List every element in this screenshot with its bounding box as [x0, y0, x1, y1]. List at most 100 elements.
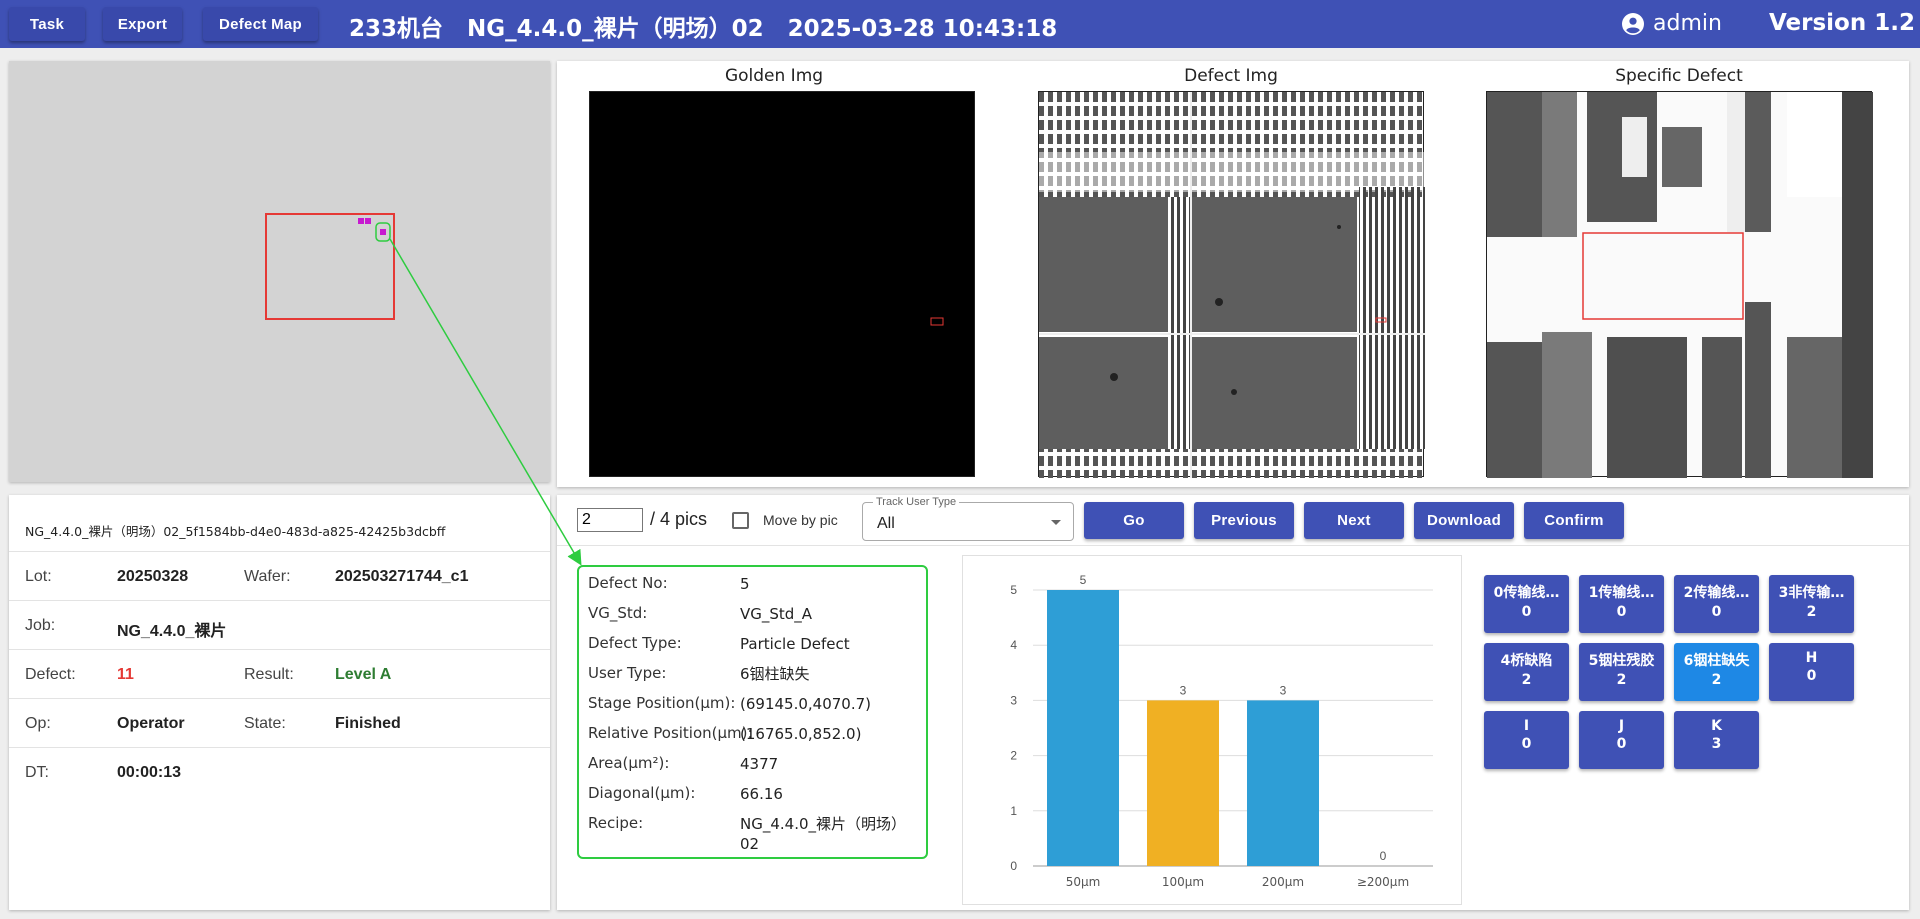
chart-x-tick-label: 50μm [1066, 875, 1101, 889]
recipe-value: NG_4.4.0_裸片（明场）02 [740, 815, 907, 854]
chart-y-tick-label: 5 [1010, 583, 1017, 597]
version-label: Version 1.2 [1769, 10, 1915, 36]
defect-count: 11 [117, 666, 134, 683]
type-button-4[interactable]: 4桥缺陷 2 [1484, 643, 1569, 701]
next-button[interactable]: Next [1304, 502, 1404, 539]
type-button-h[interactable]: H0 [1769, 643, 1854, 701]
previous-button[interactable]: Previous [1194, 502, 1294, 539]
info-row-dt: DT: 00:00:13 [9, 747, 550, 796]
type-button-3[interactable]: 3非传输… 2 [1769, 575, 1854, 633]
export-button[interactable]: Export [103, 7, 182, 41]
defect-review-panel: / 4 pics Move by pic Track User Type All… [557, 495, 1909, 910]
op-label: Op: [25, 715, 51, 732]
chart-data-label: 0 [1380, 849, 1387, 863]
info-panel: NG_4.4.0_裸片（明场）02_5f1584bb-d4e0-483d-a82… [9, 495, 550, 910]
type-button-k[interactable]: K3 [1674, 711, 1759, 769]
user-menu[interactable]: admin [1622, 11, 1722, 36]
info-row-defect: Defect: 11 Result: Level A [9, 649, 550, 698]
info-row-lot: Lot: 20250328 Wafer: 202503271744_c1 [9, 551, 550, 600]
chart-bar [1147, 700, 1219, 866]
wafer-map[interactable] [9, 61, 550, 482]
track-user-type-label: Track User Type [873, 496, 960, 508]
stage-position-label: Stage Position(μm): [588, 694, 736, 712]
chart-x-tick-label: ≥200μm [1357, 875, 1409, 889]
chart-data-label: 5 [1080, 573, 1087, 587]
diagonal-label: Diagonal(μm): [588, 784, 696, 802]
track-user-type-select[interactable]: Track User Type All [862, 496, 1074, 541]
type-button-1[interactable]: 1传输线… 0 [1579, 575, 1664, 633]
defect-img-title: Defect Img [1184, 66, 1278, 86]
vg-std-value: VG_Std_A [740, 605, 813, 623]
defect-image [1038, 91, 1425, 478]
type-button-5[interactable]: 5铟柱残胶 2 [1579, 643, 1664, 701]
type-button-i[interactable]: I0 [1484, 711, 1569, 769]
app-header: Task Export Defect Map 233机台 NG_4.4.0_裸片… [0, 0, 1920, 48]
defect-size-chart-svg: 0 1 2 3 4 5 5 50μm 3 100μm 3 200μm 0 ≥200μm [1010, 573, 1433, 889]
chart-x-tick-label: 100μm [1162, 875, 1204, 889]
chart-y-tick-label: 0 [1010, 859, 1017, 873]
chart-data-label: 3 [1280, 683, 1287, 697]
chart-bar [1047, 590, 1119, 866]
golden-img-title: Golden Img [724, 66, 824, 86]
wafer-value: 202503271744_c1 [335, 568, 469, 585]
result-label: Result: [244, 666, 294, 683]
chart-data-label: 3 [1180, 683, 1187, 697]
pics-count: / 4 pics [650, 509, 708, 529]
state-label: State: [244, 715, 286, 732]
confirm-button[interactable]: Confirm [1524, 502, 1624, 539]
go-button[interactable]: Go [1084, 502, 1184, 539]
divider [557, 545, 1909, 546]
task-button[interactable]: Task [9, 7, 85, 41]
type-button-2[interactable]: 2传输线… 0 [1674, 575, 1759, 633]
area-value: 4377 [740, 755, 779, 773]
chart-y-tick-label: 1 [1010, 804, 1017, 818]
relative-position-label: Relative Position(μm): [588, 724, 753, 742]
diagonal-value: 66.16 [740, 785, 783, 803]
defect-location-box [930, 317, 944, 326]
golden-image [589, 91, 975, 477]
defect-label: Defect: [25, 666, 76, 683]
info-row-op: Op: Operator State: Finished [9, 698, 550, 747]
chart-y-tick-label: 4 [1010, 638, 1017, 652]
specific-defect-image [1486, 91, 1873, 478]
lot-label: Lot: [25, 568, 52, 585]
defect-type-value: Particle Defect [740, 635, 850, 653]
chart-bar [1247, 700, 1319, 866]
job-label: Job: [25, 617, 56, 634]
page-number-input[interactable] [577, 508, 643, 532]
area-label: Area(μm²): [588, 754, 670, 772]
dt-value: 00:00:13 [117, 764, 182, 781]
defect-map-button[interactable]: Defect Map [203, 7, 318, 41]
defect-dot[interactable] [365, 218, 371, 224]
defect-dot[interactable] [358, 218, 364, 224]
wafer-map-canvas[interactable] [9, 61, 550, 482]
dropdown-arrow-icon [1051, 520, 1061, 525]
defect-size-chart: 0 1 2 3 4 5 5 50μm 3 100μm 3 200μm 0 ≥200μm [962, 555, 1462, 905]
dt-label: DT: [25, 764, 49, 781]
defect-no-value: 5 [740, 575, 750, 593]
user-type-value: 6铟柱缺失 [740, 665, 810, 683]
info-row-job: Job: NG_4.4.0_裸片 [9, 600, 550, 649]
track-user-type-value: All [877, 515, 895, 532]
image-filename: NG_4.4.0_裸片（明场）02_5f1584bb-d4e0-483d-a82… [25, 524, 446, 539]
move-by-pic-checkbox[interactable] [732, 512, 749, 529]
defect-details: Defect No: 5 VG_Std: VG_Std_A Defect Typ… [577, 565, 928, 859]
type-button-j[interactable]: J0 [1579, 711, 1664, 769]
relative-position-value: (16765.0,852.0) [740, 725, 862, 743]
die-highlight [265, 213, 395, 320]
account-circle-icon [1622, 12, 1644, 35]
defect-location-box [1582, 232, 1744, 320]
chart-y-tick-label: 3 [1010, 693, 1017, 707]
wafer-label: Wafer: [244, 568, 291, 585]
type-button-6-selected[interactable]: 6铟柱缺失 2 [1674, 643, 1759, 701]
vg-std-label: VG_Std: [588, 604, 648, 622]
state-value: Finished [335, 715, 401, 732]
chart-x-tick-label: 200μm [1262, 875, 1304, 889]
specific-defect-title: Specific Defect [1615, 66, 1743, 86]
user-type-label: User Type: [588, 664, 667, 682]
defect-dot[interactable] [380, 229, 386, 235]
download-button[interactable]: Download [1414, 502, 1514, 539]
stage-position-value: (69145.0,4070.7) [740, 695, 871, 713]
page-title: 233机台 NG_4.4.0_裸片（明场）02 2025-03-28 10:43… [349, 16, 1058, 42]
type-button-0[interactable]: 0传输线… 0 [1484, 575, 1569, 633]
